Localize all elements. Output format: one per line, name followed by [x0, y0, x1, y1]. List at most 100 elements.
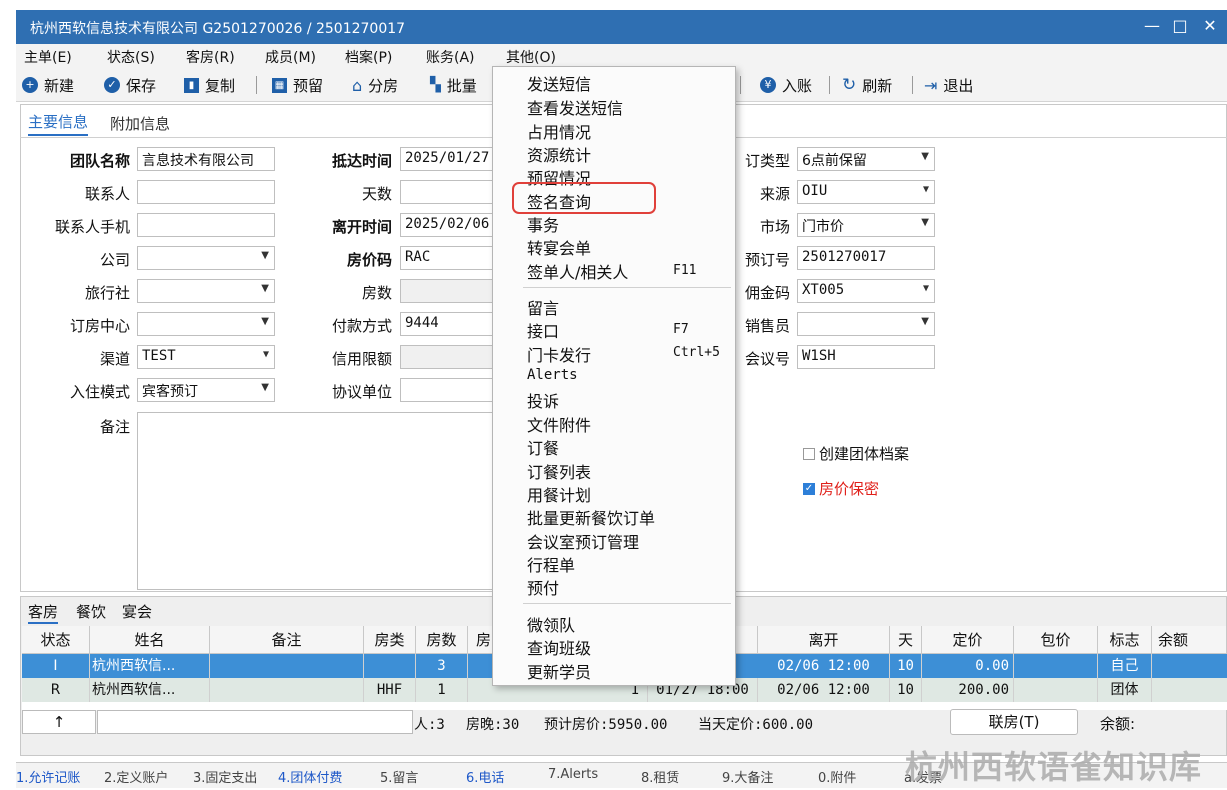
menu-status[interactable]: 状态(S): [107, 47, 155, 67]
source-select[interactable]: OIU ▼: [797, 180, 935, 204]
menu-account[interactable]: 账务(A): [426, 47, 475, 67]
departure-field[interactable]: 2025/02/06: [400, 213, 495, 237]
remark-textarea[interactable]: [137, 412, 497, 590]
assign-room-button[interactable]: ⌂ 分房: [352, 74, 398, 96]
reserve-button[interactable]: ▦ 预留: [272, 74, 323, 96]
menu-item-prepay[interactable]: 预付: [527, 575, 559, 599]
col-header-flag[interactable]: 标志: [1098, 626, 1152, 654]
status-big-remark[interactable]: 9.大备注: [722, 767, 773, 786]
tab-dining[interactable]: 餐饮: [76, 601, 106, 622]
booking-center-select[interactable]: ▼: [137, 312, 275, 336]
copy-button[interactable]: ▮ 复制: [184, 74, 235, 96]
days-field[interactable]: [400, 180, 495, 204]
tab-rooms[interactable]: 客房: [28, 601, 59, 624]
arrival-field[interactable]: 2025/01/27: [400, 147, 495, 171]
menu-item-to-banquet[interactable]: 转宴会单: [527, 235, 591, 259]
payment-select[interactable]: 9444: [400, 312, 495, 336]
maximize-button[interactable]: □: [1167, 13, 1193, 39]
col-header-type[interactable]: 房类: [364, 626, 416, 654]
market-select[interactable]: 门市价 ▼: [797, 213, 935, 237]
booking-type-select[interactable]: 6点前保留 ▼: [797, 147, 935, 171]
menu-item-batch-update-dining[interactable]: 批量更新餐饮订单: [527, 505, 655, 529]
menu-item-meal-plan[interactable]: 用餐计划: [527, 482, 591, 506]
menu-item-itinerary[interactable]: 行程单: [527, 552, 575, 576]
agency-select[interactable]: ▼: [137, 279, 275, 303]
highlight-box: [512, 182, 656, 214]
source-value: OIU: [802, 183, 828, 199]
col-header-status[interactable]: 状态: [22, 626, 90, 654]
menu-item-view-sms[interactable]: 查看发送短信: [527, 95, 623, 119]
menu-item-send-sms[interactable]: 发送短信: [527, 71, 591, 95]
tab-main-info[interactable]: 主要信息: [28, 111, 89, 136]
menu-item-micro-guide[interactable]: 微领队: [527, 612, 575, 636]
rate-code-select[interactable]: RAC: [400, 246, 495, 270]
menu-item-message[interactable]: 留言: [527, 295, 559, 319]
refresh-button[interactable]: ↻ 刷新: [842, 74, 892, 96]
resv-no-field[interactable]: 2501270017: [797, 246, 935, 270]
booking-center-label: 订房中心: [69, 317, 130, 335]
link-room-button[interactable]: 联房(T): [950, 709, 1078, 735]
status-rental[interactable]: 8.租赁: [641, 767, 679, 786]
menu-profile[interactable]: 档案(P): [345, 47, 392, 67]
menu-item-complaint[interactable]: 投诉: [527, 388, 559, 412]
create-profile-checkbox[interactable]: 创建团体档案: [803, 443, 909, 464]
meeting-field[interactable]: W1SH: [797, 345, 935, 369]
menu-other[interactable]: 其他(O): [506, 47, 556, 67]
col-header-count[interactable]: 房数: [416, 626, 468, 654]
company-select[interactable]: ▼: [137, 246, 275, 270]
agreement-select[interactable]: [400, 378, 495, 402]
checkin-mode-select[interactable]: 宾客预订 ▼: [137, 378, 275, 402]
menu-room[interactable]: 客房(R): [186, 47, 235, 67]
contact-phone-field[interactable]: [137, 213, 275, 237]
col-header-days[interactable]: 天: [890, 626, 922, 654]
contact-field[interactable]: [137, 180, 275, 204]
col-header-balance[interactable]: 余额: [1152, 626, 1227, 654]
watermark: 杭州西软语雀知识库: [905, 748, 1203, 786]
status-define-account[interactable]: 2.定义账户: [104, 767, 168, 786]
menu-item-meal-list[interactable]: 订餐列表: [527, 459, 591, 483]
menu-item-update-student[interactable]: 更新学员: [527, 659, 591, 683]
menu-item-order-meal[interactable]: 订餐: [527, 435, 559, 459]
menu-item-occupancy[interactable]: 占用情况: [527, 119, 591, 143]
scroll-up-button[interactable]: ↑: [22, 710, 96, 734]
new-button[interactable]: + 新建: [22, 74, 74, 96]
col-header-pkg[interactable]: 包价: [1014, 626, 1098, 654]
col-header-remark[interactable]: 备注: [210, 626, 364, 654]
menu-member[interactable]: 成员(M): [265, 47, 316, 67]
status-attachment[interactable]: 0.附件: [818, 767, 856, 786]
batch-button[interactable]: ▚ 批量: [430, 74, 477, 96]
status-group-payment[interactable]: 4.团体付费: [278, 767, 342, 786]
rate-secret-checkbox[interactable]: ✓ 房价保密: [803, 478, 879, 499]
sales-select[interactable]: ▼: [797, 312, 935, 336]
menu-item-resource-stats[interactable]: 资源统计: [527, 142, 591, 166]
menu-item-signer[interactable]: 签单人/相关人: [527, 259, 628, 283]
menu-item-meeting-room[interactable]: 会议室预订管理: [527, 529, 639, 553]
close-button[interactable]: ✕: [1197, 13, 1223, 39]
status-message[interactable]: 5.留言: [380, 767, 418, 786]
col-header-depart[interactable]: 离开: [758, 626, 890, 654]
menu-item-card-issue[interactable]: 门卡发行: [527, 342, 591, 366]
save-button[interactable]: ✓ 保存: [104, 74, 156, 96]
menu-item-interface[interactable]: 接口: [527, 318, 559, 342]
col-header-price[interactable]: 定价: [922, 626, 1014, 654]
minimize-button[interactable]: —: [1139, 13, 1165, 39]
tab-banquet[interactable]: 宴会: [122, 601, 152, 622]
menu-item-affairs[interactable]: 事务: [527, 212, 559, 236]
footer-input[interactable]: [97, 710, 413, 734]
commission-select[interactable]: XT005 ▼: [797, 279, 935, 303]
exit-button[interactable]: ⇥ 退出: [924, 74, 973, 96]
status-fixed-expense[interactable]: 3.固定支出: [193, 767, 257, 786]
channel-value: TEST: [142, 348, 176, 364]
menu-main[interactable]: 主单(E): [24, 47, 72, 67]
group-name-field[interactable]: 言息技术有限公司: [137, 147, 275, 171]
post-button[interactable]: ¥ 入账: [760, 74, 812, 96]
menu-item-file-attachment[interactable]: 文件附件: [527, 412, 591, 436]
tab-extra-info[interactable]: 附加信息: [110, 113, 170, 134]
status-phone[interactable]: 6.电话: [466, 767, 504, 786]
col-header-name[interactable]: 姓名: [90, 626, 210, 654]
menu-item-query-class[interactable]: 查询班级: [527, 635, 591, 659]
status-allow-posting[interactable]: 1.允许记账: [16, 767, 80, 786]
menu-item-alerts[interactable]: Alerts: [527, 367, 578, 383]
status-alerts[interactable]: 7.Alerts: [548, 767, 598, 782]
channel-select[interactable]: TEST ▼: [137, 345, 275, 369]
